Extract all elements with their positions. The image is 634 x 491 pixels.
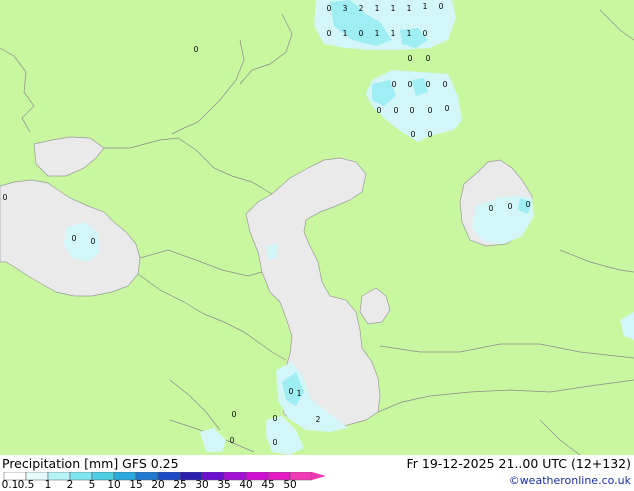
- precip-value-label: 0: [232, 410, 237, 419]
- precip-value-label: 0: [526, 200, 531, 209]
- precip-value-label: 0: [72, 234, 77, 243]
- precip-value-label: 0: [426, 54, 431, 63]
- precip-value-label: 0: [273, 414, 278, 423]
- precip-value-label: 0: [194, 45, 199, 54]
- precip-value-label: 1: [343, 29, 348, 38]
- precip-value-label: 0: [428, 106, 433, 115]
- precip-value-label: 0: [439, 2, 444, 11]
- precip-value-label: 0: [377, 106, 382, 115]
- color-scale-tick-label: 45: [261, 479, 275, 491]
- color-scale-tick-label: 5: [88, 479, 96, 491]
- precip-value-label: 0: [327, 4, 332, 13]
- color-scale-arrow: [312, 472, 326, 480]
- color-scale-tick-label: 40: [239, 479, 253, 491]
- color-scale-tick-label: 50: [283, 479, 297, 491]
- color-scale-tick-label: 1: [44, 479, 52, 491]
- precip-value-label: 0: [91, 237, 96, 246]
- color-scale-tick-label: 15: [129, 479, 143, 491]
- precip-value-label: 0: [289, 387, 294, 396]
- valid-time: Fr 19-12-2025 21..00 UTC (12+132): [406, 456, 632, 471]
- precipitation-map: 0 3 2 1 1 1 1 00 1 0 1 1 1 000 00 0 0 00 0 0 0 00 000 0 00 00 10 0 2…: [0, 0, 634, 455]
- precip-value-label: 0: [327, 29, 332, 38]
- precip-value-label: 3: [343, 4, 348, 13]
- credit-text: ©weatheronline.co.uk: [508, 474, 631, 487]
- precip-value-label: 0: [423, 29, 428, 38]
- precip-value-label: 0: [445, 104, 450, 113]
- color-scale-tick-label: 25: [173, 479, 187, 491]
- color-scale-tick-label: 30: [195, 479, 209, 491]
- precip-value-label: 0: [394, 106, 399, 115]
- color-scale-tick-label: 20: [151, 479, 165, 491]
- precip-value-label: 0: [273, 438, 278, 447]
- precip-value-label: 1: [391, 4, 396, 13]
- precip-value-label: 2: [359, 4, 364, 13]
- color-scale-tick-label: 2: [66, 479, 74, 491]
- precip-value-label: 1: [375, 29, 380, 38]
- precip-value-label: 0: [428, 130, 433, 139]
- precip-value-label: 1: [375, 4, 380, 13]
- precip-value-label: 0: [3, 193, 8, 202]
- precip-value-label: 1: [391, 29, 396, 38]
- map-title: Precipitation [mm] GFS 0.25: [2, 456, 179, 471]
- precip-value-label: 0: [508, 202, 513, 211]
- precip-value-label: 0: [392, 80, 397, 89]
- precip-value-label: 1: [407, 4, 412, 13]
- color-scale-tick-label: 35: [217, 479, 231, 491]
- precip-value-label: 0: [408, 80, 413, 89]
- precip-value-label: 0: [411, 130, 416, 139]
- color-scale-tick-label: 0.5: [17, 479, 35, 491]
- precip-value-label: 1: [297, 389, 302, 398]
- precip-value-label: 1: [407, 29, 412, 38]
- precip-value-label: 0: [410, 106, 415, 115]
- precip-value-label: 0: [426, 80, 431, 89]
- color-scale-tick-label: 0.1: [1, 479, 19, 491]
- precip-value-label: 0: [408, 54, 413, 63]
- precip-value-label: 0: [230, 436, 235, 445]
- precip-value-label: 0: [359, 29, 364, 38]
- color-scale-tick-label: 10: [107, 479, 121, 491]
- precip-value-label: 0: [443, 80, 448, 89]
- precip-value-label: 0: [489, 204, 494, 213]
- precip-value-label: 1: [423, 2, 428, 11]
- precip-value-label: 2: [316, 415, 321, 424]
